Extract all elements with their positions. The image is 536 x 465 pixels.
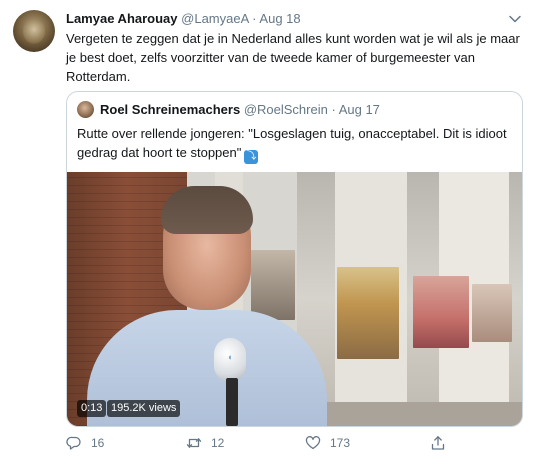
quoted-tweet-text: Rutte over rellende jongeren: "Losgeslag… [77, 126, 507, 160]
tweet-date[interactable]: Aug 18 [259, 11, 300, 26]
arrow-down-emoji-icon: ⤵ [244, 150, 259, 164]
quoted-tweet[interactable]: Roel Schreinemachers @RoelSchrein · Aug … [66, 91, 523, 427]
quoted-tweet-header: Roel Schreinemachers @RoelSchrein · Aug … [100, 102, 380, 117]
tweet-actions: 16 12 173 [66, 435, 522, 455]
tweet[interactable]: Lamyae Aharouay @LamyaeA · Aug 18 Verget… [0, 0, 536, 465]
reply-icon [66, 436, 81, 450]
video-duration-badge: 0:13 [77, 400, 107, 417]
tweet-text: Vergeten te zeggen dat je in Nederland a… [66, 31, 520, 84]
video-player[interactable]: ◖ 0:13 195.2K views [67, 172, 522, 426]
author-handle[interactable]: @LamyaeA [181, 11, 248, 26]
quoted-author-avatar [77, 101, 94, 118]
chevron-down-icon[interactable] [508, 12, 522, 26]
retweet-icon [186, 438, 202, 448]
retweet-button[interactable]: 12 [186, 435, 224, 451]
quoted-author-name: Roel Schreinemachers [100, 102, 241, 117]
quoted-tweet-text-block: Rutte over rellende jongeren: "Losgeslag… [77, 124, 509, 164]
quoted-tweet-date: Aug 17 [338, 102, 380, 117]
author-avatar[interactable] [13, 10, 55, 52]
like-count: 173 [330, 436, 351, 450]
tweet-header: Lamyae Aharouay @LamyaeA · Aug 18 [66, 11, 301, 26]
video-views-badge: 195.2K views [107, 400, 181, 417]
like-button[interactable]: 173 [305, 435, 350, 451]
author-name[interactable]: Lamyae Aharouay [66, 11, 178, 26]
share-icon [431, 436, 445, 450]
share-button[interactable] [430, 435, 455, 451]
quoted-separator: · [331, 102, 336, 117]
separator: · [252, 11, 257, 26]
reply-button[interactable]: 16 [66, 435, 104, 451]
reply-count: 16 [91, 436, 105, 450]
heart-icon [305, 436, 321, 450]
retweet-count: 12 [211, 436, 225, 450]
quoted-author-handle: @RoelSchrein [243, 102, 328, 117]
